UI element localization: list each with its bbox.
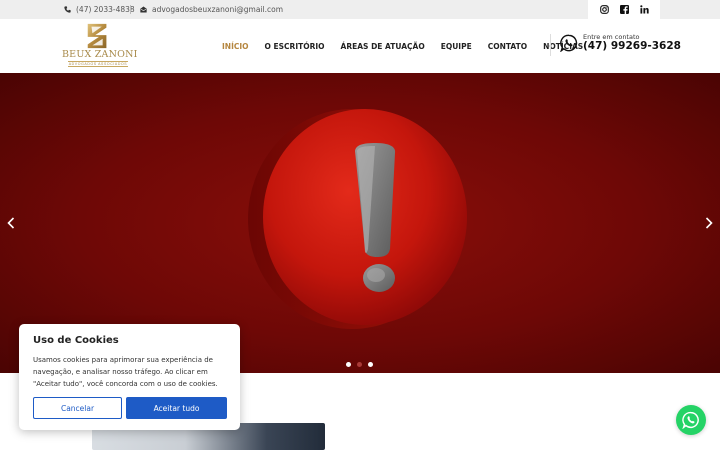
nav-item-areas[interactable]: ÁREAS DE ATUAÇÃO — [341, 42, 425, 51]
cookie-consent-dialog: Uso de Cookies Usamos cookies para aprim… — [19, 324, 240, 430]
slider-next-button[interactable] — [702, 213, 716, 233]
phone-number: (47) 2033-4838 — [76, 5, 135, 14]
phone-icon — [64, 6, 71, 13]
slider-dot[interactable] — [357, 362, 362, 367]
chevron-right-icon — [705, 217, 713, 229]
topbar-divider — [130, 5, 131, 14]
slider-dot[interactable] — [346, 362, 351, 367]
cookie-cancel-button[interactable]: Cancelar — [33, 397, 122, 419]
nav-item-contato[interactable]: CONTATO — [488, 42, 527, 51]
whatsapp-contact[interactable]: Entre em contato (47) 99269-3628 — [560, 33, 681, 53]
cookie-title: Uso de Cookies — [33, 335, 119, 346]
whatsapp-icon — [560, 34, 578, 53]
email-contact[interactable]: advogadosbeuxzanoni@gmail.com — [140, 0, 283, 19]
cookie-text: Usamos cookies para aprimorar sua experi… — [33, 356, 218, 388]
site-logo[interactable]: BEUX ZANONI ADVOGADOS ASSOCIADOS — [62, 22, 138, 70]
email-address: advogadosbeuxzanoni@gmail.com — [152, 5, 284, 14]
site-header: BEUX ZANONI ADVOGADOS ASSOCIADOS INÍCIO … — [0, 19, 720, 73]
phone-contact[interactable]: (47) 2033-4838 — [64, 0, 135, 19]
whatsapp-float-button[interactable] — [676, 405, 706, 435]
linkedin-icon[interactable] — [639, 5, 649, 15]
cookie-accept-button[interactable]: Aceitar tudo — [126, 397, 227, 419]
mail-icon — [140, 6, 147, 13]
slider-prev-button[interactable] — [4, 213, 18, 233]
whatsapp-number: (47) 99269-3628 — [583, 40, 681, 53]
instagram-icon[interactable] — [599, 5, 609, 15]
slider-dot[interactable] — [368, 362, 373, 367]
nav-item-equipe[interactable]: EQUIPE — [441, 42, 472, 51]
logo-tagline: ADVOGADOS ASSOCIADOS — [68, 61, 128, 67]
chevron-left-icon — [7, 217, 15, 229]
main-nav: INÍCIO O ESCRITÓRIO ÁREAS DE ATUAÇÃO EQU… — [222, 19, 599, 73]
nav-item-escritorio[interactable]: O ESCRITÓRIO — [265, 42, 325, 51]
whatsapp-icon — [682, 411, 699, 429]
facebook-icon[interactable] — [619, 5, 629, 15]
logo-monogram-icon — [87, 23, 107, 49]
slider-dots — [346, 362, 379, 367]
nav-item-inicio[interactable]: INÍCIO — [222, 42, 249, 51]
header-divider — [550, 34, 551, 56]
top-bar: (47) 2033-4838 advogadosbeuxzanoni@gmail… — [0, 0, 720, 19]
logo-name: BEUX ZANONI — [62, 49, 138, 60]
social-links — [588, 0, 660, 19]
